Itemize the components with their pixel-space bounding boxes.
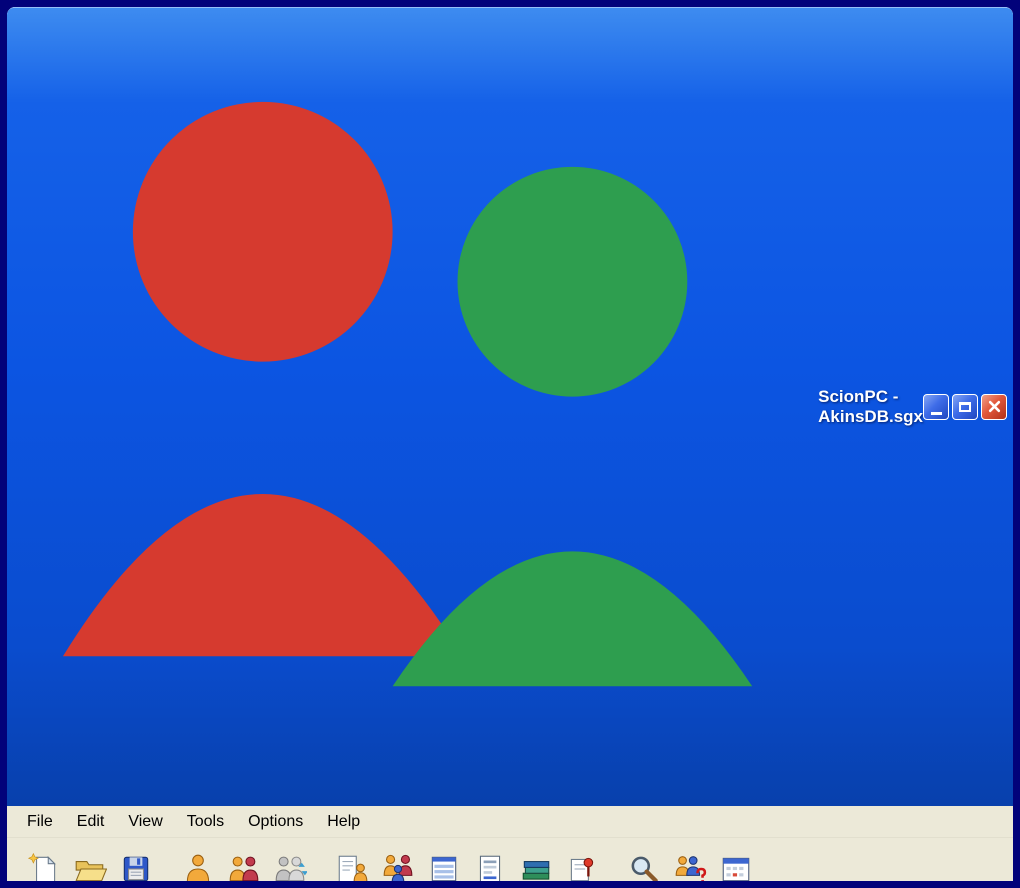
family-group-icon <box>383 854 413 881</box>
menubar: File Edit View Tools Options Help <box>7 806 1013 839</box>
close-button[interactable] <box>981 393 1007 420</box>
open-file-button[interactable] <box>67 846 113 881</box>
relationship-query-button[interactable] <box>667 846 713 881</box>
app-logo-icon <box>62 101 753 687</box>
minimize-icon <box>930 411 942 415</box>
relationship-query-icon <box>675 855 707 881</box>
bookmark-button[interactable] <box>559 846 605 881</box>
search-icon <box>631 856 658 881</box>
application-window: ScionPC - AkinsDB.sgx File Edit View Too… <box>7 7 1013 881</box>
calendar-button[interactable] <box>713 846 759 881</box>
exchange-partners-icon <box>275 856 307 881</box>
menu-edit[interactable]: Edit <box>65 809 117 835</box>
menu-view[interactable]: View <box>116 809 174 835</box>
toolbar-separator <box>159 849 175 881</box>
window-controls <box>923 393 1007 420</box>
maximize-icon <box>959 401 971 412</box>
exchange-partners-button[interactable] <box>267 846 313 881</box>
record-list-icon <box>431 856 457 881</box>
add-person-button[interactable] <box>175 846 221 881</box>
record-list-button[interactable] <box>421 846 467 881</box>
person-list-button[interactable] <box>329 846 375 881</box>
save-button[interactable] <box>113 846 159 881</box>
search-button[interactable] <box>621 846 667 881</box>
menu-tools[interactable]: Tools <box>175 809 236 835</box>
menu-file[interactable]: File <box>15 809 65 835</box>
toolbar-separator <box>605 849 621 881</box>
add-family-icon <box>229 856 259 881</box>
titlebar[interactable]: ScionPC - AkinsDB.sgx <box>7 7 1013 807</box>
open-file-icon <box>75 860 107 881</box>
new-document-icon <box>27 852 56 881</box>
menu-options[interactable]: Options <box>236 809 315 835</box>
toolbar <box>7 838 1013 881</box>
books-button[interactable] <box>513 846 559 881</box>
window-title: ScionPC - AkinsDB.sgx <box>818 386 924 426</box>
person-list-icon <box>338 855 368 881</box>
report-icon <box>479 855 501 881</box>
add-person-icon <box>186 854 210 881</box>
save-icon <box>123 856 149 881</box>
bookmark-icon <box>570 857 594 881</box>
new-document-button[interactable] <box>21 846 67 881</box>
family-group-button[interactable] <box>375 846 421 881</box>
maximize-button[interactable] <box>952 393 978 420</box>
menu-help[interactable]: Help <box>315 809 372 835</box>
add-family-button[interactable] <box>221 846 267 881</box>
minimize-button[interactable] <box>923 393 949 420</box>
calendar-icon <box>722 857 750 881</box>
toolbar-separator <box>313 849 329 881</box>
desktop-frame: ScionPC - AkinsDB.sgx File Edit View Too… <box>0 0 1020 888</box>
books-icon <box>522 860 550 880</box>
close-icon <box>988 400 1000 413</box>
report-button[interactable] <box>467 846 513 881</box>
